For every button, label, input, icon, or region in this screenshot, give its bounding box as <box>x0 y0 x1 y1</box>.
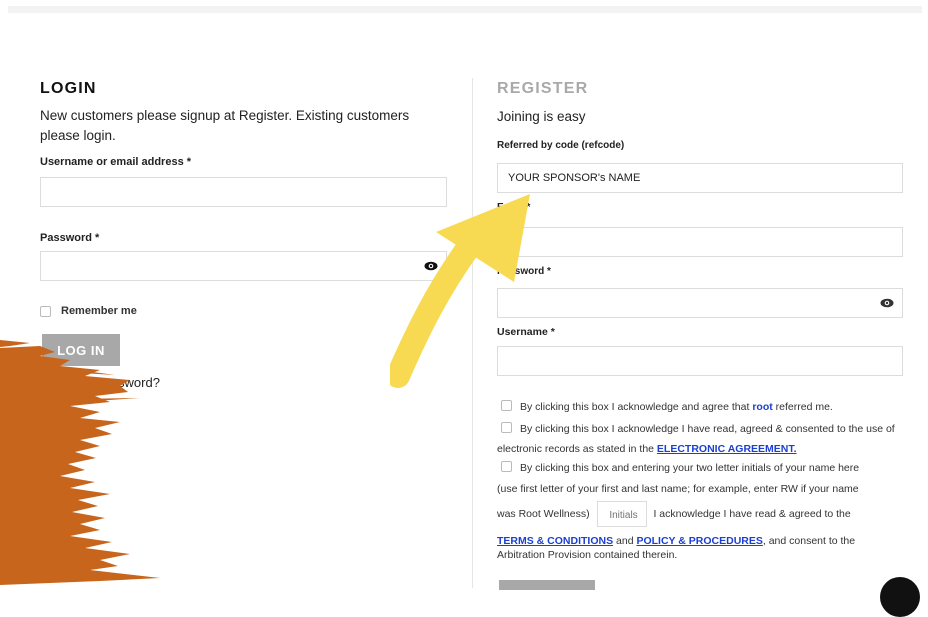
password-label: Password * <box>40 232 100 244</box>
refcode-input[interactable] <box>498 164 902 192</box>
login-intro: New customers please signup at Register.… <box>40 108 410 143</box>
referral-checkbox[interactable] <box>501 400 512 411</box>
initials-text-4: I acknowledge I have read & agreed to th… <box>653 508 851 520</box>
referral-text: By clicking this box I acknowledge and a… <box>520 401 753 413</box>
terms-link[interactable]: TERMS & CONDITIONS <box>497 535 613 547</box>
username-field[interactable] <box>40 177 447 207</box>
login-heading: LOGIN <box>40 80 97 97</box>
email-input[interactable] <box>498 228 902 256</box>
remember-checkbox[interactable] <box>40 305 51 317</box>
and-text: and <box>613 535 637 547</box>
top-bar <box>8 6 922 13</box>
username-label: Username or email address * <box>40 156 192 168</box>
initials-checkbox[interactable] <box>501 461 512 472</box>
referral-agreement: By clicking this box I acknowledge and a… <box>497 397 905 417</box>
initials-input[interactable] <box>597 502 650 529</box>
register-intro: Joining is easy <box>497 109 586 124</box>
password-input[interactable] <box>41 252 446 280</box>
initials-row: was Root Wellness) I acknowledge I have … <box>497 501 905 529</box>
remember-me[interactable]: Remember me <box>40 305 137 317</box>
password-field[interactable] <box>40 251 447 281</box>
remember-label: Remember me <box>61 305 137 317</box>
chat-bubble-icon[interactable] <box>880 577 920 617</box>
terms-row: TERMS & CONDITIONS and POLICY & PROCEDUR… <box>497 534 905 562</box>
initials-text-2: (use first letter of your first and last… <box>497 483 859 495</box>
register-password-input[interactable] <box>498 289 902 317</box>
register-button[interactable] <box>499 580 595 590</box>
register-password-field[interactable] <box>497 288 903 318</box>
arrow-decoration <box>390 194 530 388</box>
initials-field[interactable] <box>596 501 650 529</box>
register-username-field[interactable] <box>497 346 903 376</box>
refcode-label: Referred by code (refcode) <box>497 140 625 151</box>
referral-text-end: referred me. <box>772 401 833 413</box>
initials-agreement: By clicking this box and entering your t… <box>497 458 905 478</box>
brush-stroke-decoration <box>0 340 160 585</box>
refcode-field[interactable] <box>497 163 903 193</box>
username-input[interactable] <box>41 178 446 206</box>
sponsor-link[interactable]: root <box>752 401 772 413</box>
electronic-agreement-link[interactable]: ELECTRONIC AGREEMENT. <box>657 443 797 455</box>
eye-icon[interactable] <box>880 298 894 308</box>
initials-text-1: By clicking this box and entering your t… <box>520 462 860 474</box>
electronic-checkbox[interactable] <box>501 422 512 433</box>
electronic-agreement: By clicking this box I acknowledge I hav… <box>497 419 905 459</box>
policy-link[interactable]: POLICY & PROCEDURES <box>636 535 762 547</box>
initials-text-3: was Root Wellness) <box>497 508 590 520</box>
register-heading: REGISTER <box>497 80 589 97</box>
register-username-input[interactable] <box>498 347 902 375</box>
email-field[interactable] <box>497 227 903 257</box>
